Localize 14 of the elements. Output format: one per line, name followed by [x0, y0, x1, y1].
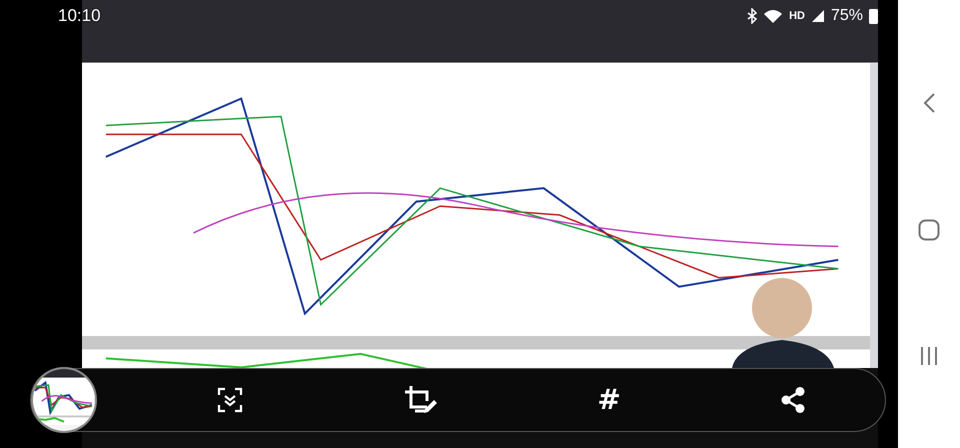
scroll-capture-icon	[217, 387, 244, 413]
clock-time: 10:10	[58, 6, 101, 26]
share-icon	[780, 387, 805, 413]
recents-icon	[920, 346, 938, 366]
bluetooth-icon	[747, 8, 758, 24]
crop-pencil-icon	[403, 385, 438, 415]
tag-button[interactable]: #	[595, 383, 623, 417]
home-icon	[918, 219, 940, 241]
back-icon	[922, 92, 936, 114]
battery-icon	[869, 8, 878, 24]
battery-percent: 75%	[830, 7, 863, 25]
network-label: HD	[789, 10, 805, 22]
signal-icon	[810, 9, 825, 23]
wifi-icon	[763, 8, 784, 24]
